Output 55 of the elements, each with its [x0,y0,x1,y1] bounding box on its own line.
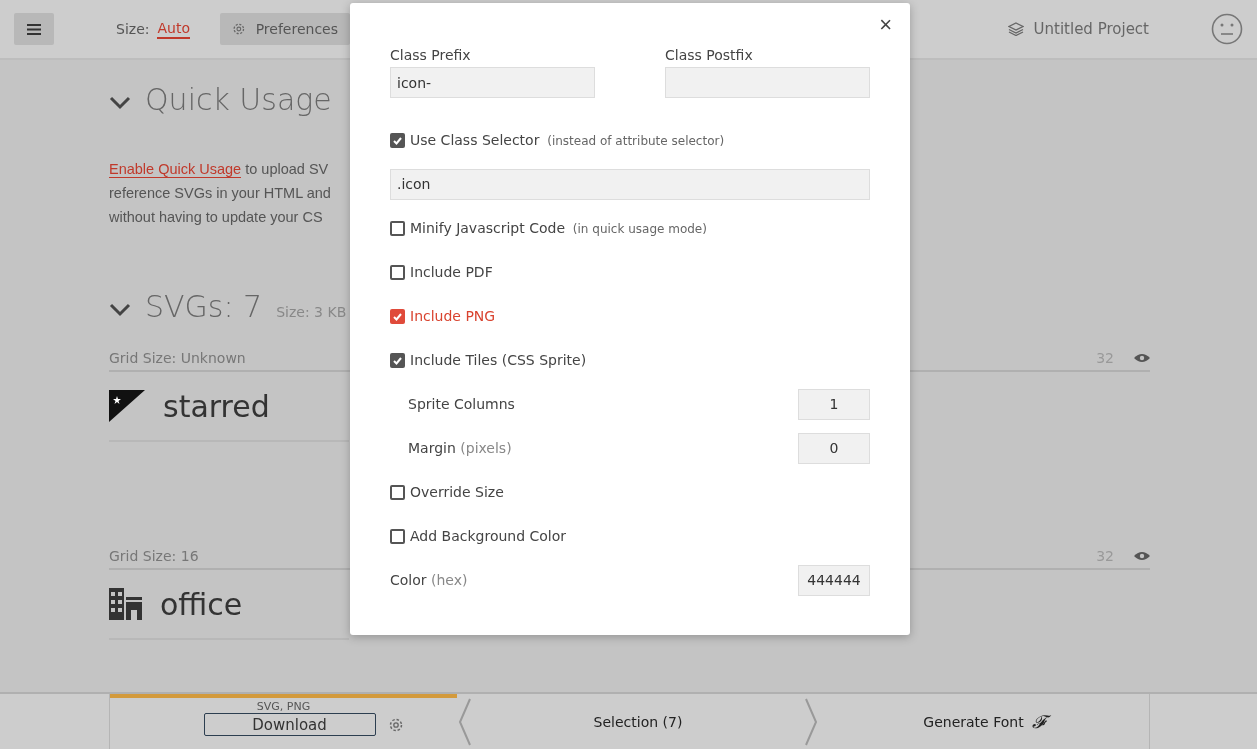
menu-button[interactable] [14,13,54,45]
checkbox[interactable] [390,352,405,368]
menu-icon [27,23,41,35]
chevron-down-icon[interactable] [109,96,131,110]
option-label: Add Background Color [410,528,567,544]
gear-icon [232,21,246,37]
eye-icon[interactable] [1134,353,1150,363]
chevron-divider-icon [457,696,473,747]
chevron-down-icon[interactable] [109,303,131,317]
class-prefix-field[interactable]: icon- [390,67,595,98]
field-label: Class Prefix [390,47,472,63]
size-label: Size: [116,21,150,37]
option-label: Margin (pixels) [408,440,512,456]
layers-icon [1007,22,1024,36]
option-label: Color (hex) [390,572,468,588]
checkbox[interactable] [390,132,405,148]
formats-text: SVG, PNG [256,700,311,713]
quick-usage-text: Enable Quick Usage to upload SV reference SVGs in your HTML and without having to update your CS [109,160,332,227]
field-label: Class Postfix [665,47,754,63]
option-label: Include PDF [410,264,493,280]
section-title: Quick Usage [145,82,332,117]
checkbox[interactable] [390,264,405,280]
corner-star-icon [109,390,145,422]
option-label: Minify Javascript Code (in quick usage mode) [410,220,707,236]
chevron-divider-icon [803,696,819,747]
eye-icon[interactable] [1134,551,1150,561]
option-label: Override Size [410,484,504,500]
number-field[interactable]: 0 [798,432,870,464]
download-button[interactable]: Download [203,713,376,736]
icon-name: office [160,586,243,622]
grid-size-label: Grid Size: Unknown [109,350,246,366]
generate-font-button[interactable]: Generate Font 𝓕 [917,709,1051,734]
size-text: Size: 3 KB [276,304,347,320]
neutral-face-icon[interactable] [1211,13,1243,45]
number-field[interactable]: 1 [798,388,870,420]
number-field[interactable]: 444444 [798,564,870,596]
project-title[interactable]: Untitled Project [1033,20,1149,38]
selection-button[interactable]: Selection (7) [587,712,689,731]
gear-icon [387,716,404,733]
option-label: Include PNG [410,308,496,324]
preferences-button[interactable]: Preferences [220,13,350,45]
grid-size-label: Grid Size: 16 [109,548,199,564]
checkbox[interactable] [390,220,405,236]
option-label: Sprite Columns [408,396,515,412]
selector-field[interactable]: .icon [390,168,870,200]
option-label: Use Class Selector (instead of attribute selector) [410,132,725,148]
close-button[interactable]: × [873,11,898,39]
class-postfix-field[interactable] [665,67,870,98]
option-label: Include Tiles (CSS Sprite) [410,352,587,368]
building-icon [109,588,142,620]
icon-name: starred [163,388,270,424]
section-title: SVGs: 7 [145,289,263,324]
checkbox[interactable] [390,484,405,500]
checkbox[interactable] [390,528,405,544]
checkbox[interactable] [390,308,405,324]
